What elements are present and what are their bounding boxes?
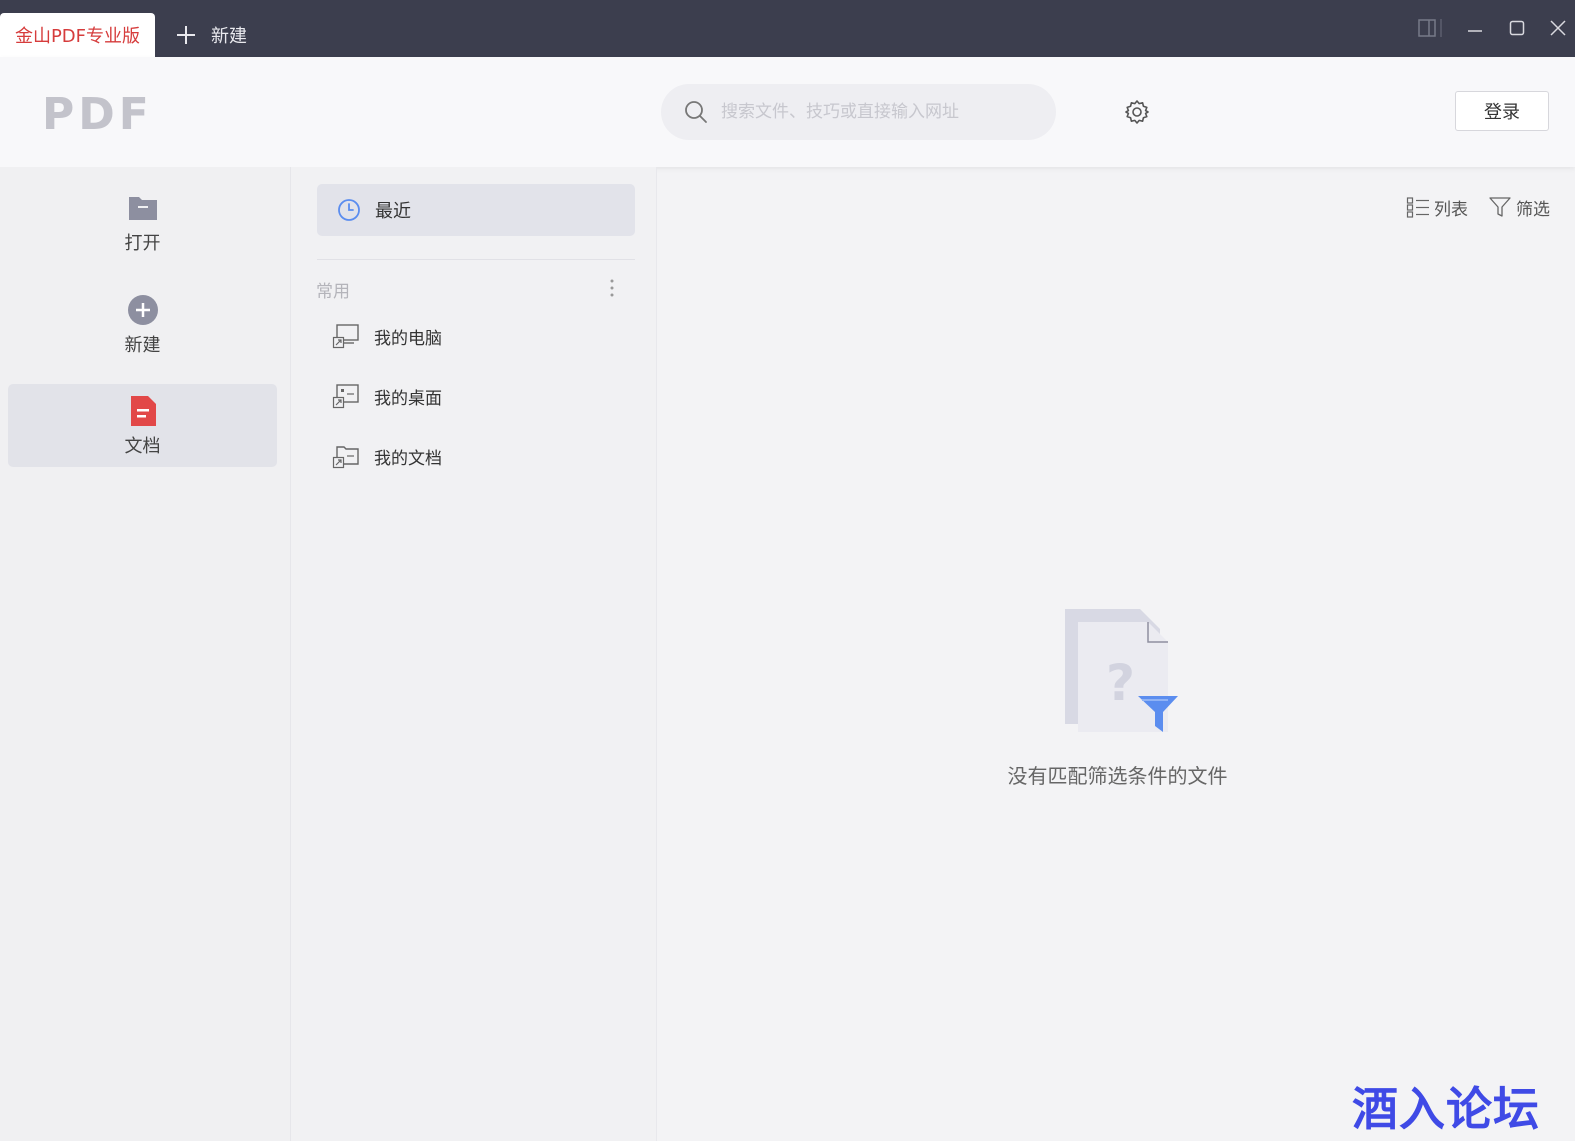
filter-label: 筛选 (1516, 199, 1550, 220)
location-label: 我的电脑 (374, 328, 442, 349)
settings-button[interactable] (1124, 99, 1150, 129)
new-tab-button[interactable]: 新建 (175, 13, 247, 57)
search-bar[interactable] (661, 84, 1056, 140)
location-my-desktop[interactable]: 我的桌面 (332, 378, 442, 414)
location-label: 我的文档 (374, 448, 442, 469)
more-vertical-icon (610, 279, 614, 297)
login-button[interactable]: 登录 (1455, 91, 1549, 131)
gear-icon (1125, 100, 1149, 124)
nav-new-label: 新建 (124, 334, 161, 356)
list-view-label: 列表 (1434, 199, 1468, 220)
tab-jinshan-pdf[interactable]: 金山PDF专业版 (0, 13, 155, 57)
documents-shortcut-icon (332, 446, 359, 469)
tab-label: 金山PDF专业版 (14, 26, 141, 47)
section-label-common: 常用 (316, 282, 350, 302)
recent-item[interactable]: 最近 (317, 184, 635, 236)
nav-open-label: 打开 (124, 232, 161, 254)
search-icon (685, 101, 707, 123)
filter-button[interactable]: 筛选 (1488, 194, 1550, 220)
empty-state-illustration: ? (1060, 604, 1185, 743)
search-input[interactable] (719, 101, 1023, 123)
list-view-icon (1406, 197, 1429, 218)
maximize-icon (1509, 20, 1525, 36)
nav-new[interactable]: 新建 (8, 283, 277, 366)
minimize-icon (1468, 30, 1482, 32)
locations-panel (291, 167, 657, 1141)
folder-icon (128, 196, 157, 220)
new-tab-label: 新建 (211, 26, 247, 47)
document-icon (130, 395, 156, 426)
logo-text: PDF (42, 93, 153, 133)
svg-text:?: ? (1106, 654, 1135, 712)
location-label: 我的桌面 (374, 388, 442, 409)
minimize-button[interactable] (1462, 14, 1488, 42)
close-button[interactable] (1545, 14, 1571, 42)
desktop-shortcut-icon (332, 384, 359, 409)
list-view-button[interactable]: 列表 (1406, 194, 1468, 220)
split-view-button[interactable] (1410, 14, 1450, 42)
section-more-button[interactable] (606, 278, 618, 302)
empty-state-message: 没有匹配筛选条件的文件 (1007, 764, 1228, 788)
section-divider (317, 259, 635, 260)
app-logo: PDF (42, 89, 168, 140)
no-results-file-icon: ? (1065, 609, 1178, 732)
nav-documents-label: 文档 (124, 435, 161, 457)
computer-shortcut-icon (332, 324, 359, 349)
plus-circle-icon (127, 294, 158, 325)
location-my-computer[interactable]: 我的电脑 (332, 318, 442, 354)
clock-icon (338, 199, 360, 221)
nav-documents[interactable]: 文档 (8, 384, 277, 467)
watermark-text: 酒入论坛 (1352, 1082, 1540, 1136)
location-my-documents[interactable]: 我的文档 (332, 438, 442, 474)
split-view-icon (1418, 19, 1442, 37)
plus-icon (177, 26, 195, 44)
close-icon (1550, 20, 1566, 36)
filter-icon (1489, 197, 1511, 217)
recent-label: 最近 (375, 201, 411, 222)
nav-open[interactable]: 打开 (8, 181, 277, 264)
maximize-button[interactable] (1504, 14, 1530, 42)
